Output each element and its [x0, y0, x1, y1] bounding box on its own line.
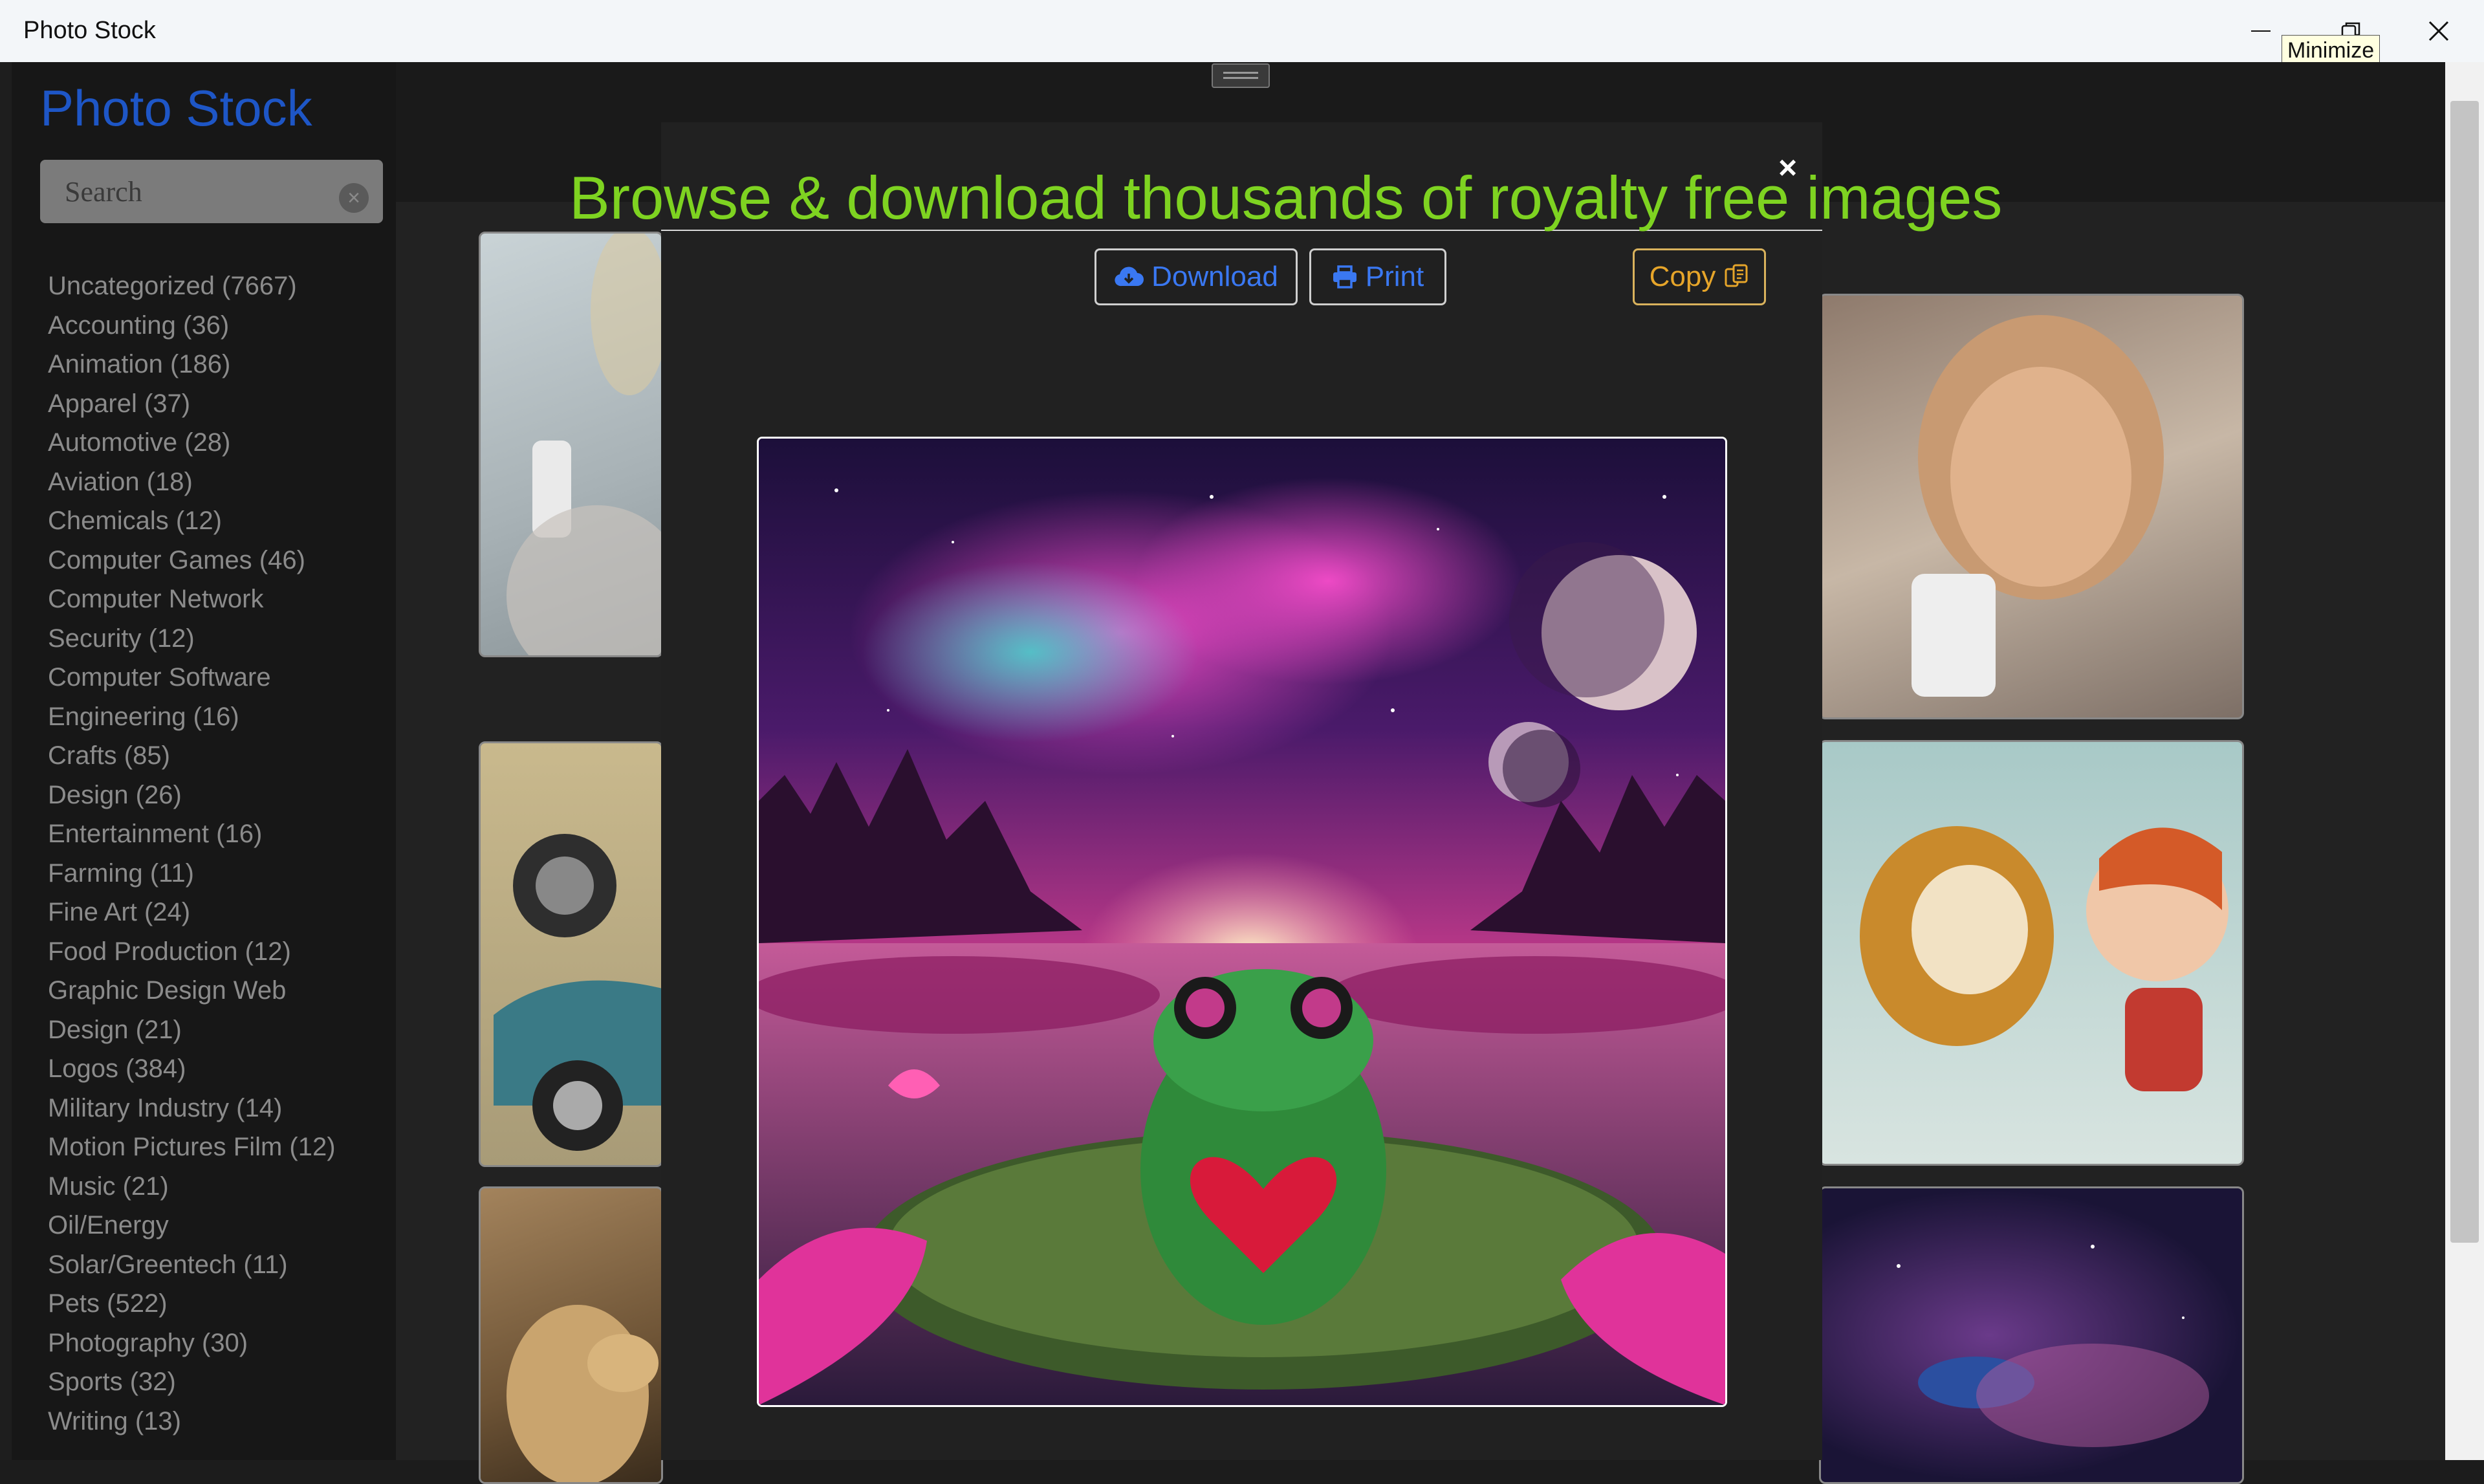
category-item[interactable]: Computer Software	[48, 658, 397, 697]
category-item[interactable]: Logos (384)	[48, 1049, 397, 1089]
category-item[interactable]: Crafts (85)	[48, 736, 397, 776]
dog-icon	[507, 1305, 659, 1482]
close-icon	[2428, 21, 2449, 41]
category-item[interactable]: Chemicals (12)	[48, 501, 397, 541]
category-list: Uncategorized (7667) Accounting (36) Ani…	[48, 267, 397, 1441]
category-item[interactable]: Motion Pictures Film (12)	[48, 1128, 397, 1167]
gallery-image-woman-milk-right[interactable]	[1819, 294, 2244, 719]
category-item[interactable]: Uncategorized (7667)	[48, 267, 397, 306]
category-item[interactable]: Graphic Design Web	[48, 971, 397, 1010]
category-item[interactable]: Pets (522)	[48, 1284, 397, 1324]
gallery-image-dog-girl[interactable]	[1819, 740, 2244, 1166]
category-item[interactable]: Photography (30)	[48, 1324, 397, 1363]
category-item[interactable]: Entertainment (16)	[48, 814, 397, 854]
close-window-button[interactable]	[2393, 0, 2484, 62]
cartoon-icon	[1860, 826, 2228, 1091]
category-item[interactable]: Computer Games (46)	[48, 541, 397, 580]
category-item[interactable]: Fine Art (24)	[48, 893, 397, 932]
category-item[interactable]: Computer Network	[48, 580, 397, 619]
printer-icon	[1333, 265, 1356, 289]
brand-title[interactable]: Photo Stock	[40, 79, 312, 138]
print-button[interactable]: Print	[1309, 248, 1446, 305]
minimize-icon	[2251, 30, 2271, 32]
gallery-image-robot-car[interactable]	[479, 741, 663, 1167]
category-item[interactable]: Automotive (28)	[48, 423, 397, 463]
woman-figure-icon	[507, 234, 661, 655]
category-item[interactable]: Sports (32)	[48, 1362, 397, 1402]
category-item[interactable]: Design (21)	[48, 1010, 397, 1050]
vertical-scrollbar[interactable]	[2445, 62, 2484, 1460]
sidebar: Photo Stock × Uncategorized (7667) Accou…	[12, 62, 396, 1460]
gallery-image-space-frog[interactable]	[1819, 1186, 2244, 1484]
drag-handle-icon[interactable]	[1212, 63, 1270, 88]
category-item[interactable]: Apparel (37)	[48, 384, 397, 424]
category-item[interactable]: Design (26)	[48, 776, 397, 815]
scrollbar-thumb[interactable]	[2450, 101, 2479, 1243]
category-item[interactable]: Accounting (36)	[48, 306, 397, 345]
gallery-image-dog[interactable]	[479, 1186, 663, 1484]
category-item[interactable]: Solar/Greentech (11)	[48, 1245, 397, 1285]
page-headline: Browse & download thousands of royalty f…	[569, 164, 2003, 232]
search-input[interactable]	[40, 160, 325, 223]
category-item[interactable]: Engineering (16)	[48, 697, 397, 737]
download-label: Download	[1151, 261, 1278, 292]
category-item[interactable]: Military Industry (14)	[48, 1089, 397, 1128]
search-box: ×	[40, 160, 383, 223]
cloud-download-icon	[1115, 267, 1144, 287]
window-title: Photo Stock	[23, 17, 156, 44]
category-item[interactable]: Aviation (18)	[48, 463, 397, 502]
category-item[interactable]: Writing (13)	[48, 1402, 397, 1441]
window-title-bar: Photo Stock Minimize	[0, 0, 2484, 67]
car-icon	[494, 834, 661, 1151]
category-item[interactable]: Oil/Energy	[48, 1206, 397, 1245]
frog-on-lilypad-image	[759, 439, 1725, 1405]
nebula-icon	[1897, 1245, 2209, 1447]
print-label: Print	[1365, 261, 1424, 292]
category-item[interactable]: Farming (11)	[48, 854, 397, 893]
category-item[interactable]: Music (21)	[48, 1167, 397, 1206]
gallery-image-woman-milk-left[interactable]	[479, 232, 663, 657]
category-item[interactable]: Animation (186)	[48, 345, 397, 384]
download-button[interactable]: Download	[1095, 248, 1298, 305]
preview-image	[757, 437, 1727, 1407]
clipboard-icon	[1725, 264, 1748, 287]
category-item[interactable]: Security (12)	[48, 619, 397, 659]
clear-search-icon[interactable]: ×	[339, 183, 369, 213]
woman-portrait-icon	[1912, 315, 2164, 697]
copy-button[interactable]: Copy	[1633, 248, 1766, 305]
copy-label: Copy	[1649, 261, 1716, 292]
category-item[interactable]: Food Production (12)	[48, 932, 397, 972]
